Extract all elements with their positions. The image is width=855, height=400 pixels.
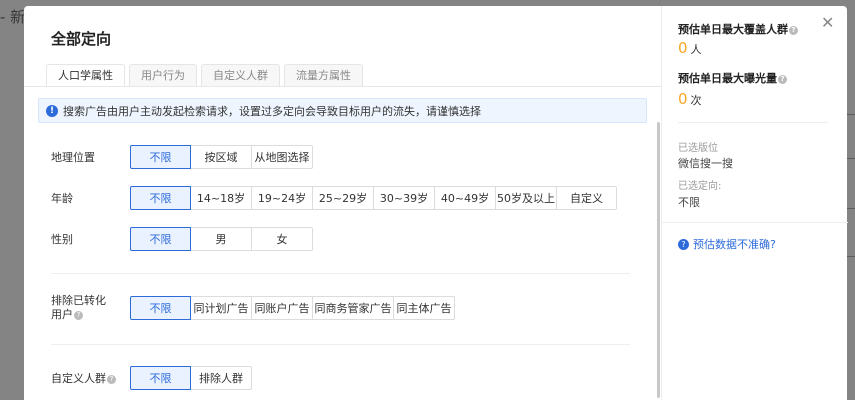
age-option-30-39[interactable]: 30~39岁 bbox=[373, 186, 435, 210]
coverage-heading: 预估单日最大覆盖人群? bbox=[678, 21, 798, 37]
exposure-number: 0 bbox=[678, 90, 688, 108]
exclude-option-unlimited[interactable]: 不限 bbox=[130, 296, 191, 320]
coverage-heading-text: 预估单日最大覆盖人群 bbox=[678, 23, 788, 36]
sidebar-divider bbox=[662, 222, 848, 223]
close-icon[interactable]: ✕ bbox=[821, 15, 834, 31]
section-divider bbox=[51, 273, 630, 274]
help-icon[interactable]: ? bbox=[74, 310, 83, 320]
targeting-modal: 全部定向 人口学属性 用户行为 自定义人群 流量方属性 ! 搜索广告由用户主动发… bbox=[24, 6, 848, 400]
help-icon[interactable]: ? bbox=[778, 74, 787, 84]
targeting-main-panel: 全部定向 人口学属性 用户行为 自定义人群 流量方属性 ! 搜索广告由用户主动发… bbox=[24, 6, 661, 400]
tab-user-behavior[interactable]: 用户行为 bbox=[129, 64, 197, 86]
age-option-14-18[interactable]: 14~18岁 bbox=[190, 186, 252, 210]
coverage-number: 0 bbox=[678, 39, 688, 57]
tab-demographics[interactable]: 人口学属性 bbox=[46, 64, 125, 86]
age-options: 不限 14~18岁 19~24岁 25~29岁 30~39岁 40~49岁 50… bbox=[130, 186, 617, 210]
exclude-option-same-business-manager[interactable]: 同商务管家广告 bbox=[312, 296, 394, 320]
gender-option-female[interactable]: 女 bbox=[251, 227, 313, 251]
custom-audience-label-text: 自定义人群 bbox=[51, 372, 106, 385]
question-icon: ? bbox=[678, 238, 689, 250]
age-option-unlimited[interactable]: 不限 bbox=[130, 186, 191, 210]
exposure-value: 0次 bbox=[678, 90, 702, 108]
custom-option-unlimited[interactable]: 不限 bbox=[130, 366, 191, 390]
custom-option-exclude[interactable]: 排除人群 bbox=[190, 366, 252, 390]
section-divider bbox=[51, 344, 630, 345]
targeting-label: 已选定向: bbox=[678, 181, 722, 192]
targeting-value: 不限 bbox=[678, 196, 700, 209]
age-option-50-plus[interactable]: 50岁及以上 bbox=[495, 186, 557, 210]
gender-label: 性别 bbox=[51, 233, 73, 246]
gender-options: 不限 男 女 bbox=[130, 227, 313, 251]
coverage-value: 0人 bbox=[678, 39, 702, 57]
exclude-option-same-plan[interactable]: 同计划广告 bbox=[190, 296, 252, 320]
placement-label: 已选版位 bbox=[678, 143, 718, 154]
gender-option-male[interactable]: 男 bbox=[190, 227, 252, 251]
custom-audience-label: 自定义人群? bbox=[51, 372, 116, 386]
exclude-converted-label: 排除已转化 用户? bbox=[51, 294, 106, 322]
geo-option-map[interactable]: 从地图选择 bbox=[251, 145, 313, 169]
geo-option-by-region[interactable]: 按区域 bbox=[190, 145, 252, 169]
info-icon: ! bbox=[46, 104, 58, 117]
exposure-unit: 次 bbox=[690, 94, 702, 107]
inaccurate-estimate-text: 预估数据不准确? bbox=[693, 238, 776, 251]
tab-divider bbox=[24, 86, 661, 87]
age-option-19-24[interactable]: 19~24岁 bbox=[251, 186, 313, 210]
modal-title: 全部定向 bbox=[51, 30, 112, 48]
exposure-heading-text: 预估单日最大曝光量 bbox=[678, 72, 777, 85]
coverage-unit: 人 bbox=[690, 43, 702, 56]
geo-options: 不限 按区域 从地图选择 bbox=[130, 145, 313, 169]
gender-option-unlimited[interactable]: 不限 bbox=[130, 227, 191, 251]
scrollbar[interactable] bbox=[657, 122, 660, 398]
age-option-25-29[interactable]: 25~29岁 bbox=[312, 186, 374, 210]
sidebar-divider bbox=[678, 122, 828, 123]
help-icon[interactable]: ? bbox=[789, 25, 798, 35]
age-option-custom[interactable]: 自定义 bbox=[556, 186, 617, 210]
notice-banner: ! 搜索广告由用户主动发起检索请求，设置过多定向会导致目标用户的流失，请谨慎选择 bbox=[38, 98, 647, 123]
notice-text: 搜索广告由用户主动发起检索请求，设置过多定向会导致目标用户的流失，请谨慎选择 bbox=[63, 104, 481, 118]
exclude-option-same-account[interactable]: 同账户广告 bbox=[251, 296, 313, 320]
tab-bar: 人口学属性 用户行为 自定义人群 流量方属性 bbox=[46, 64, 367, 86]
placement-value: 微信搜一搜 bbox=[678, 157, 733, 170]
exclude-options: 不限 同计划广告 同账户广告 同商务管家广告 同主体广告 bbox=[130, 296, 455, 320]
tab-custom-audience[interactable]: 自定义人群 bbox=[201, 64, 280, 86]
age-option-40-49[interactable]: 40~49岁 bbox=[434, 186, 496, 210]
custom-audience-options: 不限 排除人群 bbox=[130, 366, 252, 390]
inaccurate-estimate-link[interactable]: ? 预估数据不准确? bbox=[678, 236, 776, 252]
help-icon[interactable]: ? bbox=[107, 374, 116, 384]
exclude-label-line2: 用户 bbox=[51, 308, 73, 321]
exclude-label-line1: 排除已转化 bbox=[51, 294, 106, 307]
geo-option-unlimited[interactable]: 不限 bbox=[130, 145, 191, 169]
exclude-option-same-entity[interactable]: 同主体广告 bbox=[393, 296, 455, 320]
tab-traffic-attributes[interactable]: 流量方属性 bbox=[284, 64, 363, 86]
exposure-heading: 预估单日最大曝光量? bbox=[678, 70, 787, 86]
geo-label: 地理位置 bbox=[51, 151, 95, 164]
estimate-sidebar: 预估单日最大覆盖人群? 0人 预估单日最大曝光量? 0次 已选版位 微信搜一搜 … bbox=[661, 6, 848, 400]
age-label: 年龄 bbox=[51, 192, 73, 205]
